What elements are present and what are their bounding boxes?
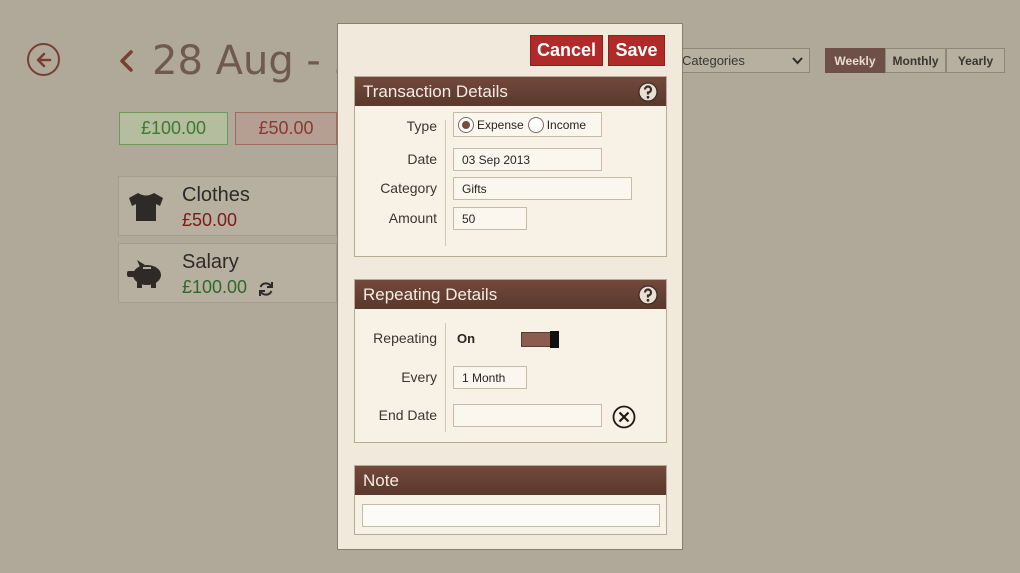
income-radio[interactable] xyxy=(527,116,544,133)
repeating-toggle[interactable] xyxy=(521,331,559,348)
divider xyxy=(445,120,446,246)
transaction-amount: £50.00 xyxy=(182,210,238,230)
end-date-field[interactable] xyxy=(453,404,602,427)
divider xyxy=(445,323,446,432)
category-field[interactable]: Gifts xyxy=(453,177,632,200)
toggle-knob xyxy=(550,331,559,348)
panel-title: Repeating Details xyxy=(363,284,498,304)
help-icon[interactable] xyxy=(638,284,658,305)
clear-end-date-icon[interactable] xyxy=(612,405,636,429)
panel-header: Transaction Details xyxy=(355,77,666,106)
transaction-name: Clothes xyxy=(182,184,250,206)
edit-transaction-dialog: Cancel Save Transaction Details Type Exp… xyxy=(337,23,683,550)
end-date-label: End Date xyxy=(378,407,437,423)
note-panel: Note xyxy=(354,465,667,535)
cancel-button[interactable]: Cancel xyxy=(530,35,603,66)
type-radio-group: Expense Income xyxy=(453,112,602,137)
repeating-state-text: On xyxy=(457,331,476,346)
amount-field[interactable]: 50 xyxy=(453,207,527,230)
date-field[interactable]: 03 Sep 2013 xyxy=(453,148,602,171)
repeat-icon xyxy=(259,282,273,296)
tab-monthly[interactable]: Monthly xyxy=(885,48,946,73)
panel-header: Note xyxy=(355,466,666,495)
date-label: Date xyxy=(407,151,437,167)
tab-weekly[interactable]: Weekly xyxy=(825,48,885,73)
tab-yearly[interactable]: Yearly xyxy=(946,48,1005,73)
tshirt-icon xyxy=(129,193,163,221)
total-income: £100.00 xyxy=(119,112,228,145)
category-filter-select[interactable]: Categories xyxy=(675,48,810,73)
previous-period-chevron-icon[interactable] xyxy=(116,48,136,74)
repeating-label: Repeating xyxy=(373,330,437,346)
panel-title: Note xyxy=(363,470,399,490)
save-button[interactable]: Save xyxy=(608,35,665,66)
every-field[interactable]: 1 Month xyxy=(453,366,527,389)
every-label: Every xyxy=(401,369,437,385)
type-label: Type xyxy=(406,118,437,134)
date-range-title: 28 Aug - 3 xyxy=(152,38,337,84)
expense-radio[interactable] xyxy=(458,116,474,133)
back-arrow-icon xyxy=(36,52,51,67)
transaction-name: Salary xyxy=(182,251,239,273)
panel-title: Transaction Details xyxy=(363,81,508,101)
transaction-card[interactable]: Salary £100.00 xyxy=(118,243,337,303)
transaction-details-panel: Transaction Details Type Expense Income … xyxy=(354,76,667,257)
transaction-card[interactable]: Clothes £50.00 xyxy=(118,176,337,236)
total-expense: £50.00 xyxy=(235,112,337,145)
amount-label: Amount xyxy=(388,210,437,226)
chevron-down-icon xyxy=(792,56,803,64)
panel-header: Repeating Details xyxy=(355,280,666,309)
help-icon[interactable] xyxy=(638,81,658,102)
period-tabs: Weekly Monthly Yearly xyxy=(825,48,1005,73)
category-label: Category xyxy=(380,180,437,196)
income-radio-label: Income xyxy=(546,117,587,132)
back-button[interactable] xyxy=(27,43,60,76)
expense-radio-label: Expense xyxy=(477,117,524,132)
repeating-details-panel: Repeating Details Repeating On Every 1 M… xyxy=(354,279,667,443)
piggy-bank-icon xyxy=(127,260,161,288)
note-input[interactable] xyxy=(362,504,660,527)
transaction-amount: £100.00 xyxy=(182,277,248,297)
category-filter-value: Categories xyxy=(682,53,745,68)
